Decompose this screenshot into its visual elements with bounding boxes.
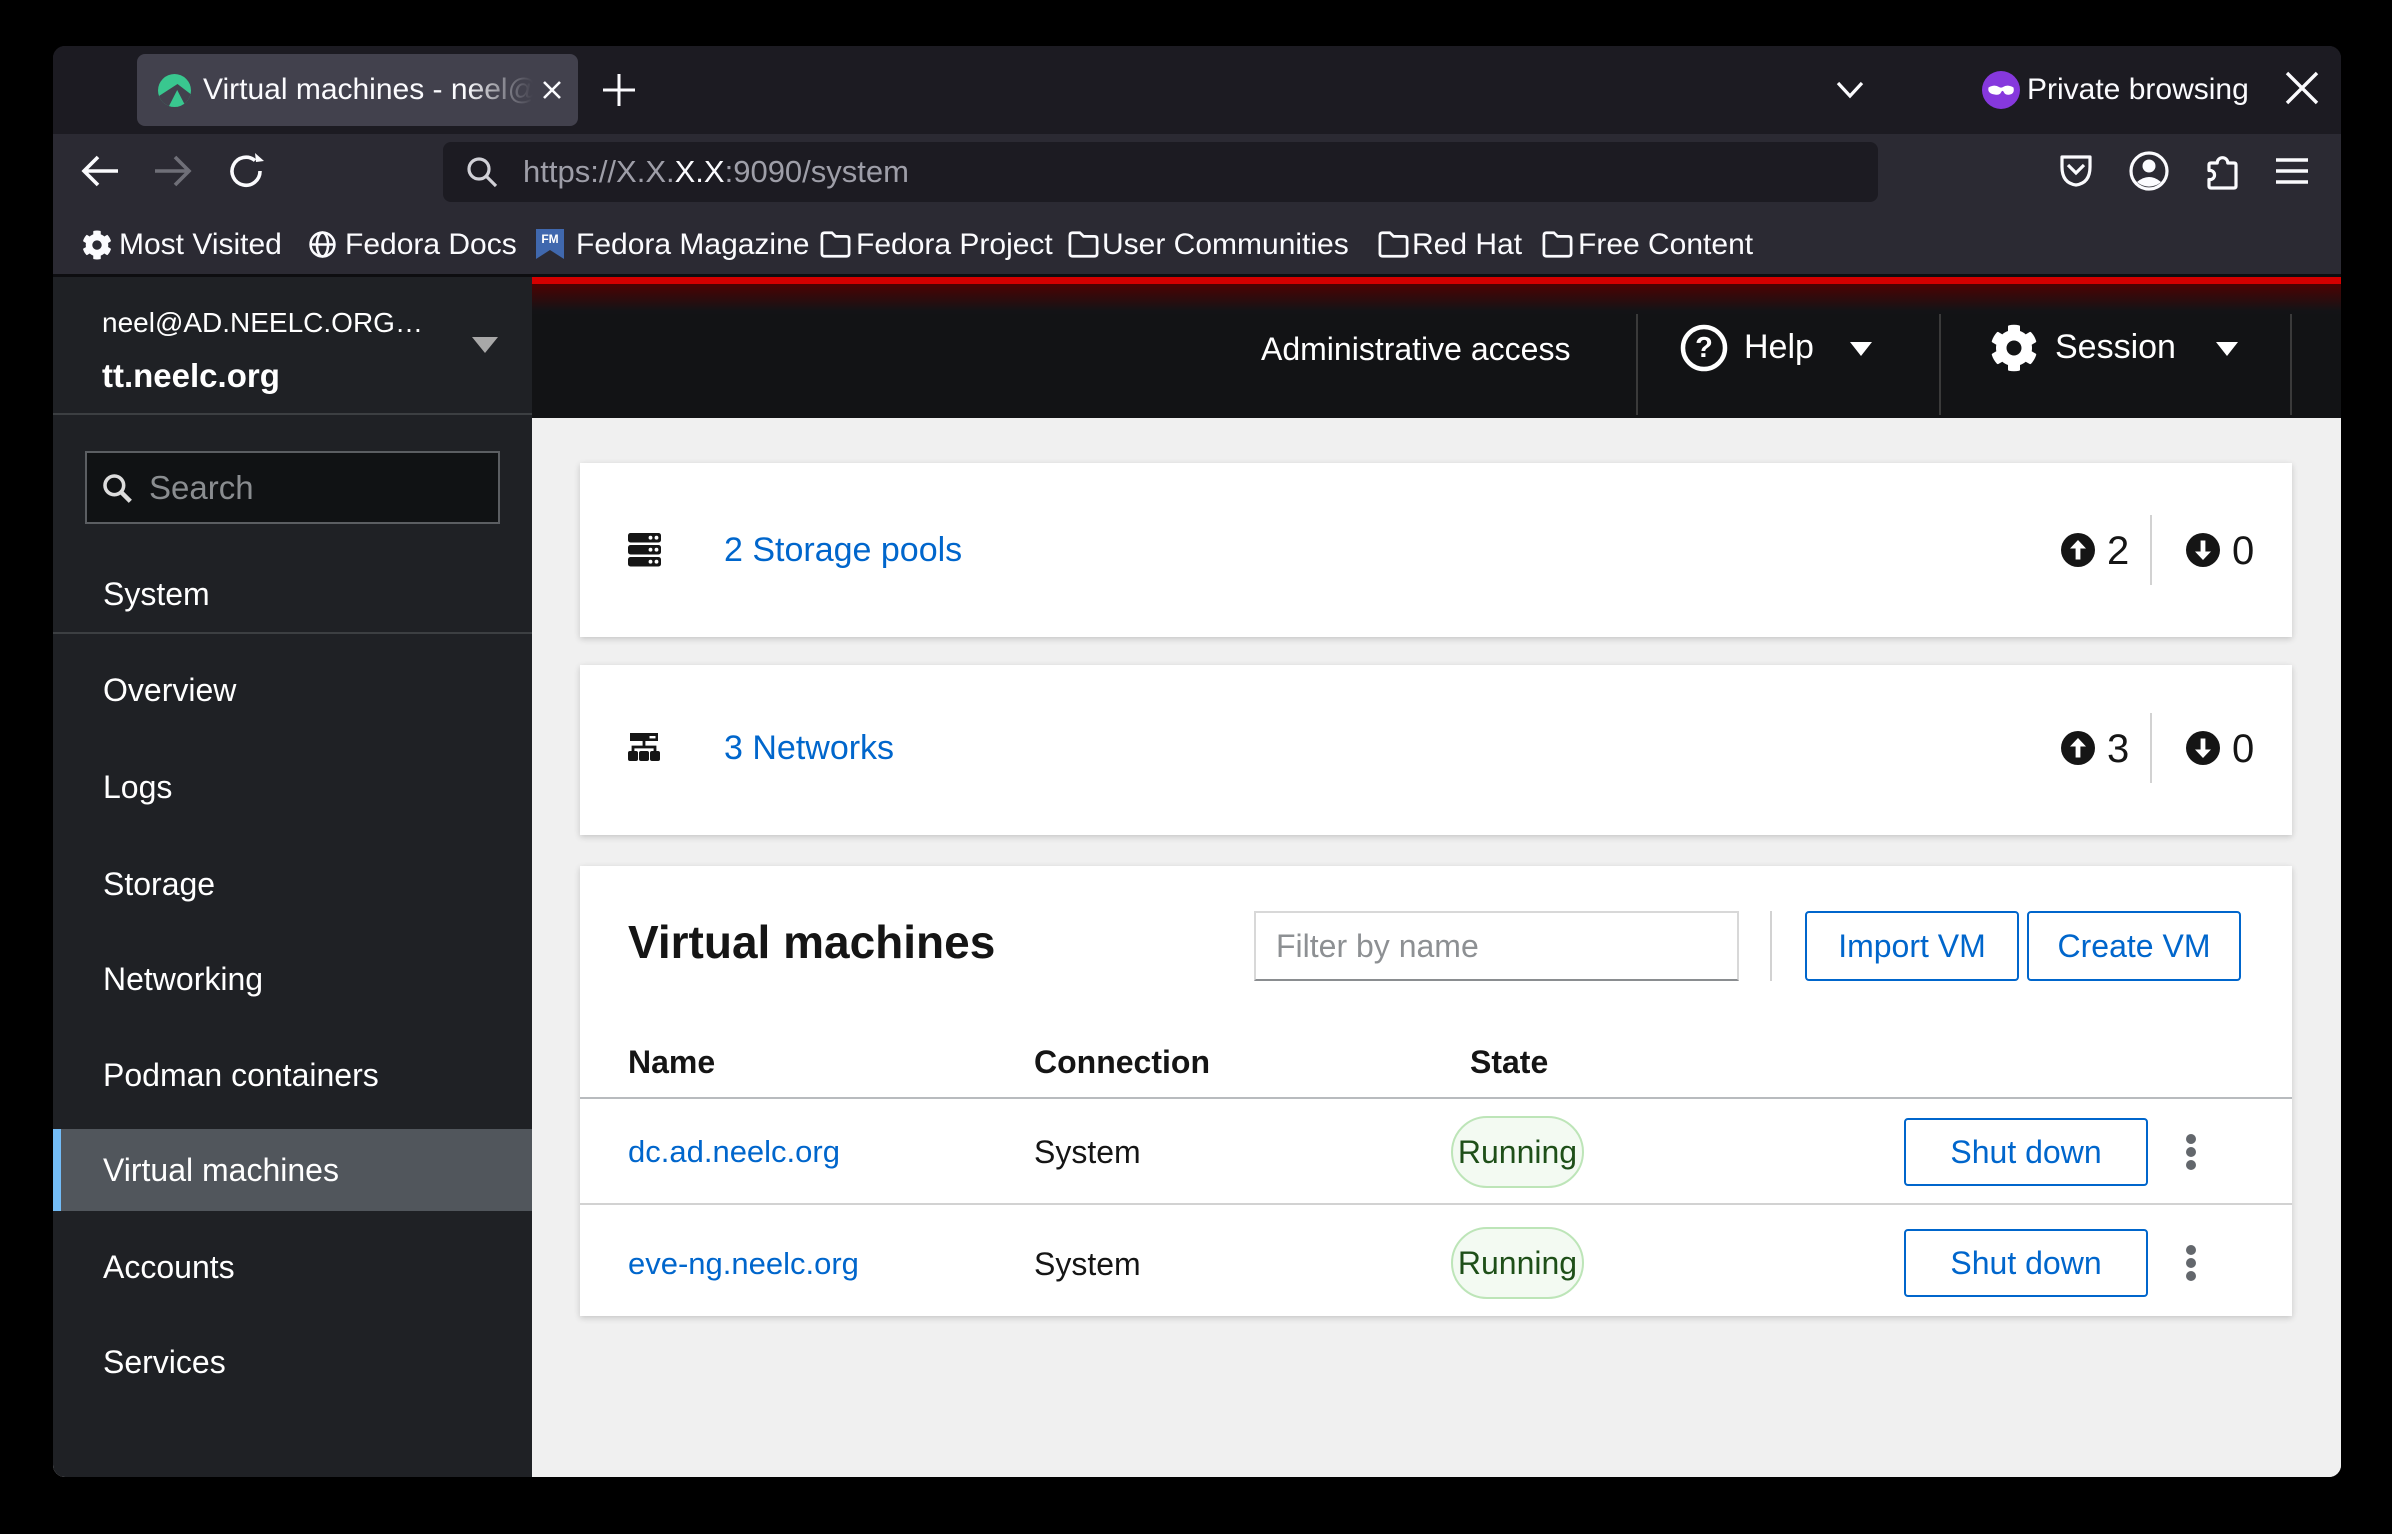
svg-text:FM: FM <box>541 232 558 246</box>
svg-text:?: ? <box>1695 332 1713 364</box>
